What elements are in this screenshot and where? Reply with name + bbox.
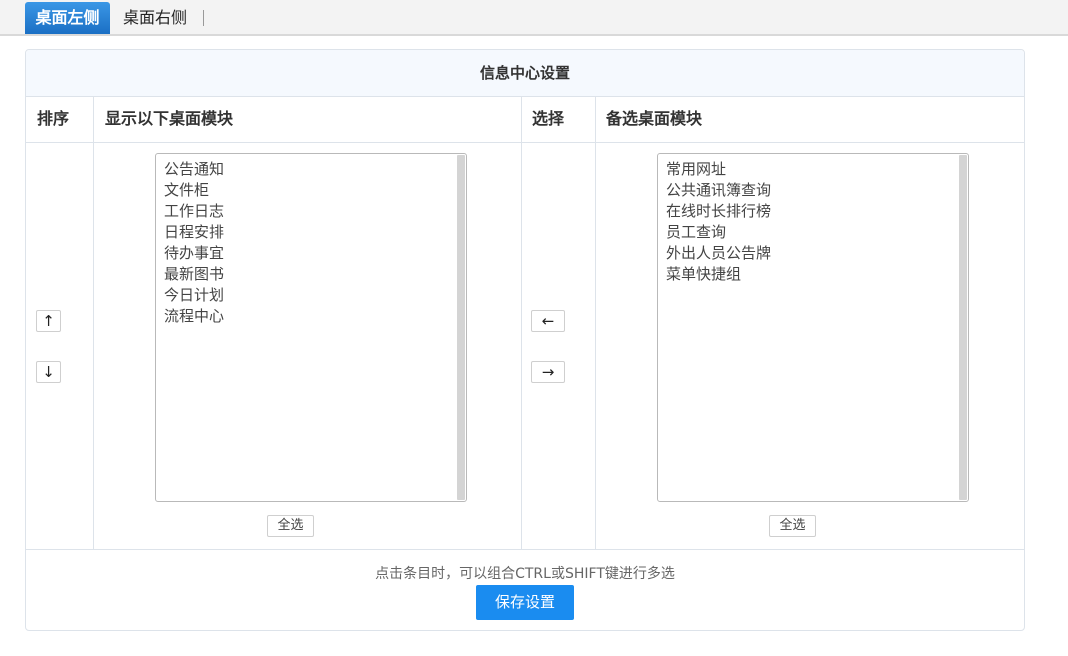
panel-title: 信息中心设置: [26, 50, 1024, 97]
shown-modules-list: 公告通知 文件柜 工作日志 日程安排 待办事宜 最新图书 今日计划 流程中心: [164, 159, 224, 327]
list-item[interactable]: 流程中心: [164, 306, 224, 327]
list-item[interactable]: 公共通讯簿查询: [666, 180, 771, 201]
tab-bar: 桌面左侧 桌面右侧: [0, 0, 1068, 36]
select-all-available-button[interactable]: 全选: [769, 515, 816, 537]
divider: [595, 96, 596, 549]
list-item[interactable]: 菜单快捷组: [666, 264, 771, 285]
available-modules-list: 常用网址 公共通讯簿查询 在线时长排行榜 员工查询 外出人员公告牌 菜单快捷组: [666, 159, 771, 285]
column-header-sort: 排序: [37, 109, 70, 128]
move-right-button[interactable]: →: [531, 361, 565, 383]
multi-select-hint: 点击条目时，可以组合CTRL或SHIFT键进行多选: [375, 566, 675, 582]
list-item[interactable]: 工作日志: [164, 201, 224, 222]
select-all-shown-button[interactable]: 全选: [267, 515, 314, 537]
list-item[interactable]: 在线时长排行榜: [666, 201, 771, 222]
available-modules-listbox[interactable]: 常用网址 公共通讯簿查询 在线时长排行榜 员工查询 外出人员公告牌 菜单快捷组: [657, 153, 969, 502]
divider: [26, 549, 1024, 550]
tab-desktop-right[interactable]: 桌面右侧: [110, 2, 205, 34]
move-up-button[interactable]: ↑: [36, 310, 61, 332]
column-header-shown-modules: 显示以下桌面模块: [105, 109, 234, 128]
divider: [26, 142, 1024, 143]
list-item[interactable]: 今日计划: [164, 285, 224, 306]
move-down-button[interactable]: ↓: [36, 361, 61, 383]
divider: [521, 96, 522, 549]
divider: [93, 96, 94, 549]
list-item[interactable]: 日程安排: [164, 222, 224, 243]
list-item[interactable]: 外出人员公告牌: [666, 243, 771, 264]
scrollbar[interactable]: [959, 155, 967, 500]
scrollbar[interactable]: [457, 155, 465, 500]
list-item[interactable]: 文件柜: [164, 180, 224, 201]
list-item[interactable]: 常用网址: [666, 159, 771, 180]
move-left-button[interactable]: ←: [531, 310, 565, 332]
column-header-select: 选择: [532, 109, 565, 128]
list-item[interactable]: 待办事宜: [164, 243, 224, 264]
list-item[interactable]: 公告通知: [164, 159, 224, 180]
save-settings-button[interactable]: 保存设置: [476, 585, 574, 620]
tab-desktop-left[interactable]: 桌面左侧: [25, 2, 110, 34]
shown-modules-listbox[interactable]: 公告通知 文件柜 工作日志 日程安排 待办事宜 最新图书 今日计划 流程中心: [155, 153, 467, 502]
list-item[interactable]: 最新图书: [164, 264, 224, 285]
column-header-available-modules: 备选桌面模块: [606, 109, 703, 128]
list-item[interactable]: 员工查询: [666, 222, 771, 243]
settings-panel: 信息中心设置 排序 显示以下桌面模块 选择 备选桌面模块 ↑ ↓ 公告通知 文件…: [25, 49, 1025, 631]
